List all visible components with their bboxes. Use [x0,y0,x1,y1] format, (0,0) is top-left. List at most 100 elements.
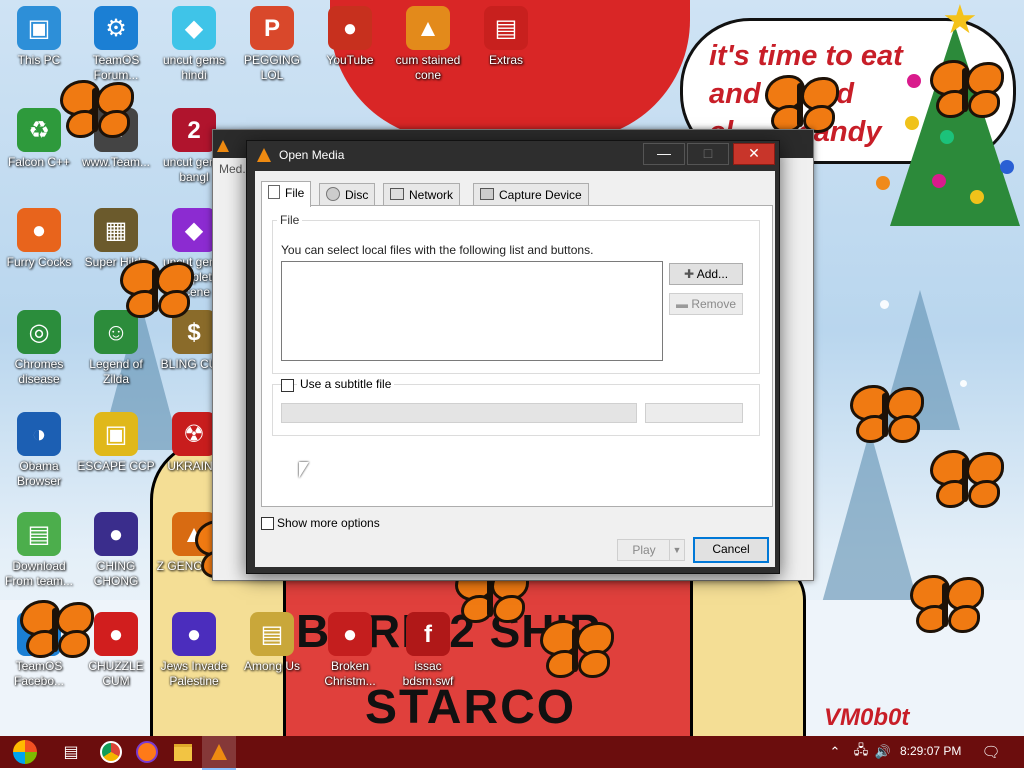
desktop-icon-image: ● [17,208,61,252]
firefox-taskbar-button[interactable] [130,736,164,768]
desktop-icon[interactable]: ● CHING CHONG [77,512,155,589]
close-button[interactable]: ✕ [733,143,775,165]
desktop-icon[interactable]: ▤ Download From team... [0,512,78,589]
tab-file-label: File [285,186,305,200]
desktop-icon-label: Chromes disease [14,357,64,386]
show-more-options-checkbox[interactable] [261,517,274,530]
desktop-icon[interactable]: ◆ uncut gems hindi [155,6,233,83]
show-more-options-label[interactable]: Show more options [277,516,380,530]
desktop-icon[interactable]: ▤ Extras [467,6,545,68]
maximize-icon: □ [703,145,713,161]
play-button[interactable]: Play [617,539,670,561]
desktop-icon[interactable]: ● Jews Invade Palestine [155,612,233,689]
desktop-icon[interactable]: ◑ Obama Browser [0,412,78,489]
desktop-icon-image: ♻ [17,108,61,152]
capture-device-icon [480,188,494,200]
desktop-icon-image: P [250,6,294,50]
chrome-taskbar-button[interactable] [94,736,128,768]
cancel-button[interactable]: Cancel [693,537,769,563]
show-hidden-icons-button[interactable]: ⌃ [824,736,846,768]
play-dropdown-button[interactable]: ▼ [669,539,685,561]
desktop-icon-image: ◆ [172,208,216,252]
desktop-icon-label: Legend of Zilda [89,357,143,386]
subtitle-checkbox[interactable] [281,379,294,392]
desktop-icon-image: ⚙ [94,6,138,50]
desktop-icon-image: ☢ [172,412,216,456]
notifications-button[interactable]: 🗨 [978,736,1004,768]
network-icon: 🖧 [853,742,869,757]
desktop-icon-image: ● [94,512,138,556]
volume-tray-button[interactable]: 🔊 [872,736,894,768]
desktop-icon[interactable]: ▲ cum stained cone [389,6,467,83]
desktop-icon-label: TeamOS Forum... [92,53,140,82]
file-group-label: File [277,213,303,227]
ornament [1000,160,1014,174]
tab-network[interactable]: Network [383,183,461,206]
tab-capture-device[interactable]: Capture Device [473,183,589,206]
add-file-label: Add... [696,267,729,281]
desktop-icon-label: Broken Christm... [324,659,376,688]
desktop-icon-label: Furry Cocks [6,255,72,269]
open-media-dialog[interactable]: Open Media — □ ✕ File Disc Network Captu… [246,140,780,574]
tab-capture-device-label: Capture Device [499,188,582,202]
chevron-down-icon: ▼ [672,545,682,555]
desktop-icon-label: TeamOS Facebo... [13,659,65,688]
desktop-icon[interactable]: ▣ This PC [0,6,78,68]
desktop-icon-image: ☺ [94,310,138,354]
folder-icon [174,743,192,761]
desktop-icon[interactable]: ▤ Among Us [233,612,311,674]
desktop-icon[interactable]: f issac bdsm.swf [389,612,467,689]
task-view-button[interactable]: ▤ [54,736,88,768]
desktop-icon[interactable]: ☺ Legend of Zilda [77,310,155,387]
play-label: Play [632,543,656,557]
desktop-icon[interactable]: ● Broken Christm... [311,612,389,689]
file-list[interactable] [281,261,663,361]
desktop-icon[interactable]: P PEGGING LOL [233,6,311,83]
remove-file-button[interactable]: ▬ Remove [669,293,743,315]
browse-subtitle-button[interactable] [645,403,743,423]
desktop-icon-label: uncut gems hindi [162,53,226,82]
subtitle-group: Use a subtitle file [272,377,760,436]
desktop-icon-image: ◑ [17,412,61,456]
file-selection-group: File You can select local files with the… [272,213,760,374]
background-tree [820,430,920,610]
desktop-icon-label: Among Us [243,659,301,673]
start-button[interactable] [6,736,44,768]
dialog-titlebar[interactable]: Open Media — □ ✕ [247,141,779,169]
network-tray-button[interactable]: 🖧 [850,736,872,768]
desktop-icon-label: CHUZZLE CUM [88,659,144,688]
maximize-button[interactable]: □ [687,143,729,165]
desktop-icon-label: Obama Browser [16,459,61,488]
tab-disc[interactable]: Disc [319,183,376,206]
subtitle-path-input[interactable] [281,403,637,423]
cancel-label: Cancel [712,542,750,556]
add-file-button[interactable]: ✚ Add... [669,263,743,285]
desktop-icon[interactable]: ♻ Falcon C++ [0,108,78,170]
desktop-icon-image: ◆ [172,6,216,50]
notifications-icon: 🗨 [981,744,1001,761]
desktop-icon[interactable]: ● YouTube [311,6,389,68]
network-icon [390,188,404,200]
minimize-button[interactable]: — [643,143,685,165]
dialog-body: File Disc Network Capture Device File Yo… [255,171,775,567]
vlc-taskbar-button[interactable] [202,736,236,770]
tree-star-icon: ★ [942,0,978,42]
subtitle-checkbox-label[interactable]: Use a subtitle file [297,377,395,391]
chevron-up-icon: ⌃ [829,744,841,759]
desktop-icon[interactable]: ▣ ESCAPE CCP [77,412,155,474]
desktop-icon[interactable]: ● Furry Cocks [0,208,78,270]
dialog-title: Open Media [279,148,345,162]
desktop-icon-image: ▣ [94,412,138,456]
tab-file[interactable]: File [261,181,312,207]
desktop-icon-label: PEGGING LOL [243,53,300,82]
desktop-icon[interactable]: ◎ Chromes disease [0,310,78,387]
taskbar-clock[interactable]: 8:29:07 PM [900,744,961,758]
desktop-icon[interactable]: ⚙ TeamOS Forum... [77,6,155,83]
file-tab-panel: File You can select local files with the… [261,205,773,507]
desktop-icon-image: 2 [172,108,216,152]
vlc-cone-icon [257,148,271,162]
disc-icon [326,187,340,201]
windows-logo-icon [13,740,37,764]
character-arm-right [690,560,806,736]
file-explorer-taskbar-button[interactable] [166,736,200,768]
